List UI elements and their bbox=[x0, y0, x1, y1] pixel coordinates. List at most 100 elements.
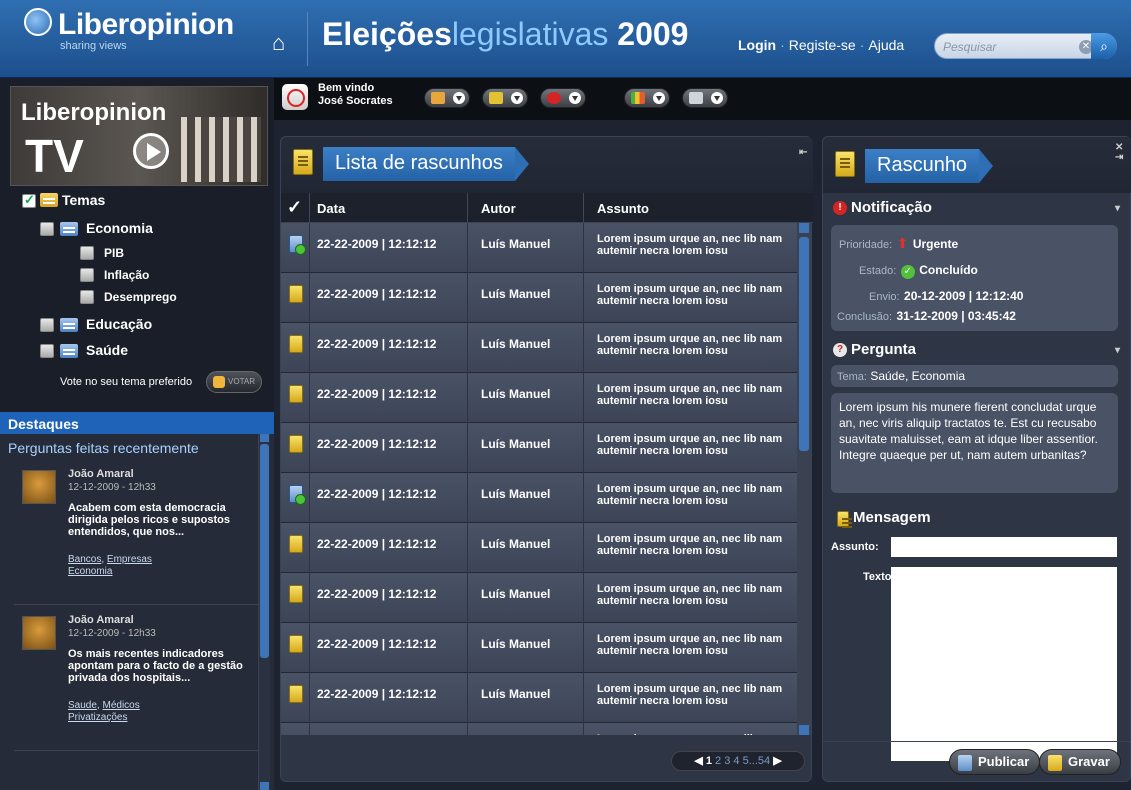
tag-link[interactable]: Médicos bbox=[102, 700, 139, 711]
priority-value: Urgente bbox=[912, 237, 959, 251]
themes-checkbox[interactable] bbox=[22, 192, 36, 208]
page-link[interactable]: 3 bbox=[724, 755, 730, 767]
question-text[interactable]: Acabem com esta democracia dirigida pelo… bbox=[68, 502, 258, 538]
register-link[interactable]: Registe-se bbox=[789, 37, 856, 53]
notification-box: Prioridade: ⬆ Urgente Estado: ✓ Concluíd… bbox=[831, 225, 1118, 331]
table-row[interactable]: 22-22-2009 | 12:12:12Luís ManuelLorem ip… bbox=[281, 373, 797, 423]
list-scrollbar[interactable] bbox=[797, 223, 811, 735]
play-icon[interactable] bbox=[133, 133, 169, 169]
theme-pib[interactable]: PIB bbox=[104, 246, 124, 260]
urgent-arrow-icon: ⬆ bbox=[896, 235, 909, 251]
save-button[interactable]: Gravar bbox=[1039, 749, 1121, 775]
column-divider bbox=[467, 723, 468, 735]
collapse-icon[interactable]: ⇤ bbox=[799, 147, 807, 158]
desemprego-checkbox[interactable] bbox=[80, 290, 94, 304]
chevron-down-icon bbox=[569, 92, 581, 104]
stats-menu-button[interactable] bbox=[624, 88, 670, 108]
page-link[interactable]: 1 bbox=[706, 755, 712, 767]
theme-desemprego[interactable]: Desemprego bbox=[104, 290, 177, 304]
table-row[interactable]: 22-22-2009 | 12:12:12Luís ManuelLorem ip… bbox=[281, 323, 797, 373]
pib-checkbox[interactable] bbox=[80, 246, 94, 260]
row-author: Luís Manuel bbox=[481, 337, 551, 351]
theme-educacao[interactable]: Educação bbox=[86, 316, 152, 332]
search-input[interactable] bbox=[943, 38, 1073, 56]
table-row[interactable]: 22-22-2009 | 12:12:12Luís ManuelLorem ip… bbox=[281, 223, 797, 273]
left-sidebar: Liberopinion TV Temas Economia PIB Infla… bbox=[0, 78, 274, 790]
liberopinion-tv-banner[interactable]: Liberopinion TV bbox=[10, 86, 268, 186]
scroll-up-icon[interactable] bbox=[260, 434, 269, 442]
column-divider bbox=[583, 573, 584, 623]
home-icon[interactable]: ⌂ bbox=[272, 30, 285, 56]
search-box: ✕ ⌕ bbox=[934, 33, 1117, 59]
educacao-checkbox[interactable] bbox=[40, 318, 54, 332]
row-subject: Lorem ipsum urque an, nec lib nam autemi… bbox=[597, 483, 783, 507]
row-subject: Lorem ipsum urque an, nec lib nam autemi… bbox=[597, 683, 783, 707]
table-row[interactable]: 22-22-2009 | 12:12:12Luís ManuelLorem ip… bbox=[281, 673, 797, 723]
sent-row: Envio: 20-12-2009 | 12:12:40 bbox=[869, 287, 1023, 305]
inflacao-checkbox[interactable] bbox=[80, 268, 94, 282]
scroll-down-icon[interactable] bbox=[260, 782, 269, 790]
tag-link[interactable]: Empresas bbox=[107, 554, 152, 565]
tag-link[interactable]: Economia bbox=[68, 566, 112, 577]
scroll-thumb[interactable] bbox=[260, 444, 269, 658]
publish-icon bbox=[958, 755, 972, 771]
question-text[interactable]: Os mais recentes indicadores apontam par… bbox=[68, 648, 258, 684]
publish-button[interactable]: Publicar bbox=[949, 749, 1041, 775]
page-link[interactable]: 4 bbox=[733, 755, 739, 767]
table-row[interactable]: 22-22-2009 | 12:12:12Luís ManuelLorem ip… bbox=[281, 273, 797, 323]
subject-input[interactable] bbox=[891, 537, 1117, 557]
column-header-assunto[interactable]: Assunto bbox=[597, 201, 649, 216]
next-page-icon[interactable]: ▶ bbox=[770, 755, 781, 767]
column-divider bbox=[309, 523, 310, 573]
login-link[interactable]: Login bbox=[738, 37, 776, 53]
page-link[interactable]: 54 bbox=[758, 755, 770, 767]
theme-inflacao[interactable]: Inflação bbox=[104, 268, 149, 282]
message-textarea[interactable] bbox=[891, 567, 1117, 761]
table-row[interactable]: 22-22-2009 | 12:12:12Luís ManuelLorem ip… bbox=[281, 573, 797, 623]
drafts-table-body: 22-22-2009 | 12:12:12 Luís Manuel Lorem ip… bbox=[281, 223, 797, 735]
row-author: Luís Manuel bbox=[481, 687, 551, 701]
table-row[interactable]: 22-22-2009 | 12:12:12Luís ManuelLorem ip… bbox=[281, 723, 797, 735]
tag-link[interactable]: Privatizações bbox=[68, 712, 127, 723]
table-row[interactable]: 22-22-2009 | 12:12:12Luís ManuelLorem ip… bbox=[281, 473, 797, 523]
theme-row: Tema: Saúde, Economia bbox=[837, 369, 965, 383]
row-date: 22-22-2009 | 12:12:12 bbox=[317, 537, 437, 551]
document-icon bbox=[293, 149, 313, 175]
people-menu-button[interactable] bbox=[424, 88, 470, 108]
theme-saude[interactable]: Saúde bbox=[86, 342, 128, 358]
sidebar-scrollbar[interactable] bbox=[258, 434, 270, 790]
search-icon[interactable]: ⌕ bbox=[1091, 33, 1117, 59]
row-subject: Lorem ipsum urque an, nec lib nam autemi… bbox=[597, 233, 783, 257]
column-divider bbox=[467, 193, 468, 223]
prev-page-icon[interactable]: ◀ bbox=[694, 755, 706, 767]
economia-checkbox[interactable] bbox=[40, 222, 54, 236]
scroll-thumb[interactable] bbox=[799, 237, 809, 451]
drafts-menu-button[interactable] bbox=[482, 88, 528, 108]
row-subject: Lorem ipsum urque an, nec lib nam autemi… bbox=[597, 283, 783, 307]
panel-header: Rascunho ✕ ⇥ bbox=[823, 137, 1131, 193]
scroll-up-icon[interactable] bbox=[799, 223, 809, 233]
collapse-section-icon[interactable]: ▾ bbox=[1115, 345, 1120, 356]
tag-link[interactable]: Bancos bbox=[68, 554, 101, 565]
saude-checkbox[interactable] bbox=[40, 344, 54, 358]
column-divider bbox=[467, 323, 468, 373]
table-row[interactable]: 22-22-2009 | 12:12:12Luís ManuelLorem ip… bbox=[281, 623, 797, 673]
column-header-data[interactable]: Data bbox=[317, 201, 345, 216]
page-link[interactable]: 2 bbox=[715, 755, 721, 767]
vote-button[interactable]: VOTAR bbox=[206, 371, 262, 393]
user-name[interactable]: José Socrates bbox=[318, 95, 393, 108]
settings-menu-button[interactable] bbox=[682, 88, 728, 108]
collapse-section-icon[interactable]: ▾ bbox=[1115, 203, 1120, 214]
select-all-check-icon[interactable]: ✓ bbox=[287, 197, 302, 218]
table-row[interactable]: 22-22-2009 | 12:12:12Luís ManuelLorem ip… bbox=[281, 423, 797, 473]
help-link[interactable]: Ajuda bbox=[868, 37, 904, 53]
theme-economia[interactable]: Economia bbox=[86, 220, 153, 236]
scroll-down-icon[interactable] bbox=[799, 725, 809, 735]
table-row[interactable]: 22-22-2009 | 12:12:12Luís ManuelLorem ip… bbox=[281, 523, 797, 573]
divider bbox=[14, 750, 258, 751]
tag-link[interactable]: Saude bbox=[68, 700, 97, 711]
close-icon[interactable]: ✕ ⇥ bbox=[1115, 143, 1123, 163]
alerts-menu-button[interactable] bbox=[540, 88, 586, 108]
column-header-autor[interactable]: Autor bbox=[481, 201, 516, 216]
draft-document-icon bbox=[289, 585, 303, 603]
